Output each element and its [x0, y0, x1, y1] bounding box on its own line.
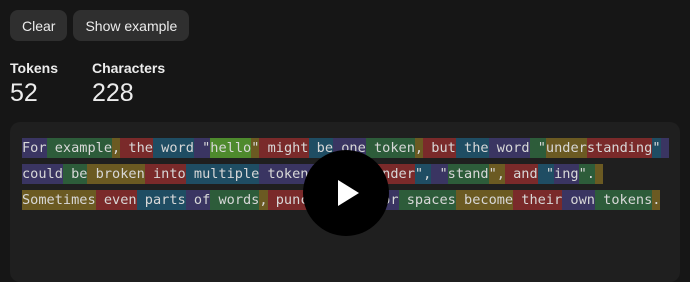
- token: ".: [578, 164, 595, 184]
- characters-label: Characters: [91, 60, 166, 76]
- token: become: [455, 190, 514, 210]
- tokens-label: Tokens: [10, 60, 58, 76]
- token: their: [513, 190, 563, 210]
- play-button[interactable]: [303, 150, 389, 236]
- token: ",: [488, 164, 505, 184]
- token: and: [504, 164, 538, 184]
- token: stand: [447, 164, 489, 184]
- token: ",: [414, 164, 432, 184]
- token: ,: [414, 138, 424, 158]
- token: word: [488, 138, 530, 158]
- token: but: [423, 138, 456, 158]
- stats: Tokens 52 Characters 228: [10, 60, 165, 108]
- token: ": [193, 138, 211, 158]
- token: be: [62, 164, 88, 184]
- token: broken: [87, 164, 145, 184]
- token: token: [365, 138, 415, 158]
- tokens-count: 52: [10, 79, 38, 107]
- token: ": [652, 138, 661, 158]
- token: ": [537, 164, 555, 184]
- characters-count: 228: [91, 79, 134, 107]
- play-icon: [338, 180, 359, 206]
- token: For: [22, 138, 47, 158]
- token: parts: [136, 190, 186, 210]
- token: the: [455, 138, 489, 158]
- token: hello: [210, 138, 252, 158]
- token: standing: [586, 138, 653, 158]
- token: word: [152, 138, 194, 158]
- token: under: [545, 138, 587, 158]
- token: .: [652, 190, 661, 210]
- token: ": [431, 164, 448, 184]
- show-example-button[interactable]: Show example: [73, 10, 190, 41]
- token: own: [562, 190, 595, 210]
- token: ,: [112, 138, 121, 158]
- token: might: [259, 138, 309, 158]
- tokens-stat: Tokens 52: [10, 60, 58, 108]
- token: spaces: [398, 190, 456, 210]
- token: multiple: [185, 164, 260, 184]
- token: the: [120, 138, 153, 158]
- token: ing: [554, 164, 579, 184]
- characters-stat: Characters 228: [92, 60, 165, 108]
- token: example: [46, 138, 113, 158]
- token: ,: [259, 190, 268, 210]
- token: words: [210, 190, 260, 210]
- token: tokens: [594, 190, 653, 210]
- clear-button[interactable]: Clear: [10, 10, 68, 41]
- token: into: [144, 164, 186, 184]
- token: of: [185, 190, 211, 210]
- toolbar: Clear Show example: [10, 10, 190, 41]
- token: ": [529, 138, 546, 158]
- token: even: [95, 190, 137, 210]
